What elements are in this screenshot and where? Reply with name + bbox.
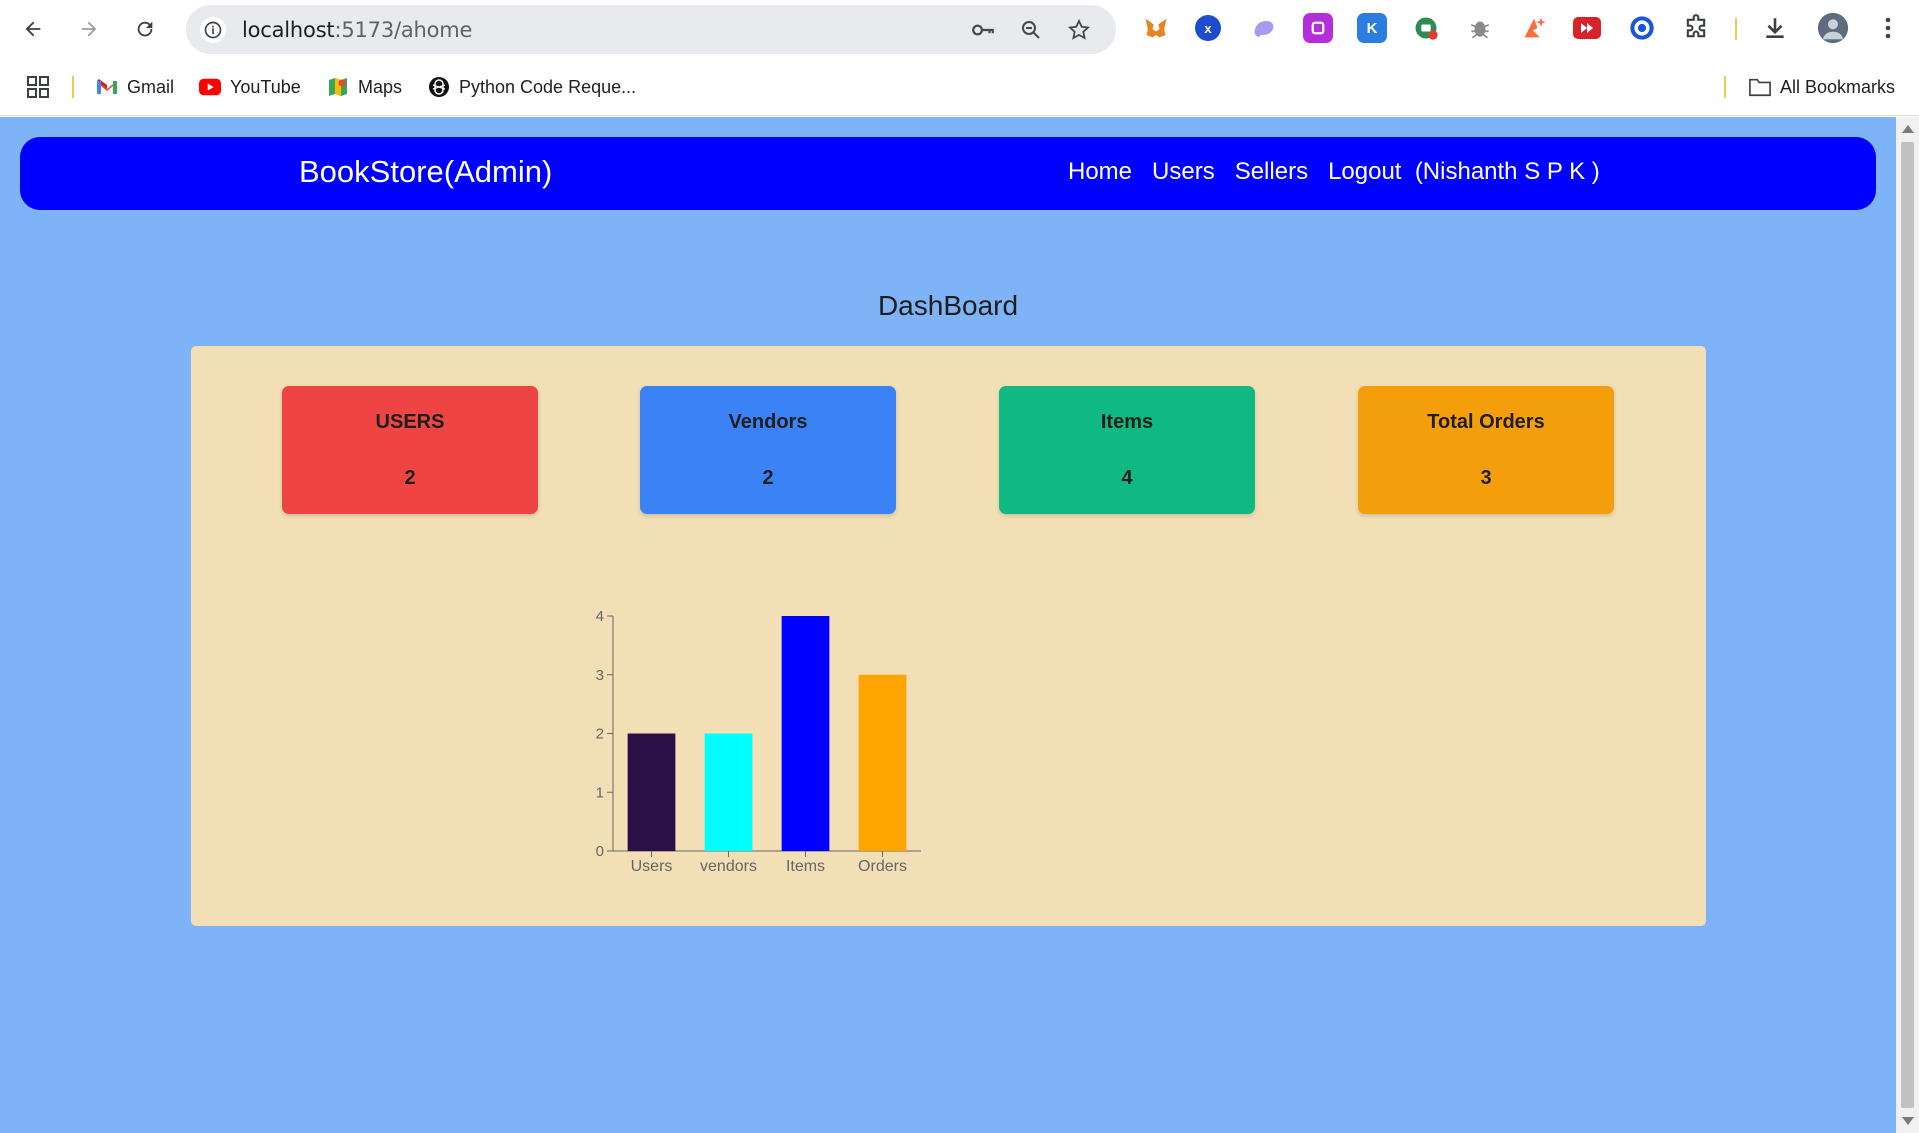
x-tick-label: Items: [786, 858, 825, 875]
all-bookmarks[interactable]: All Bookmarks: [1749, 74, 1895, 100]
nav-links: Home Users Sellers Logout (Nishanth S P …: [1068, 158, 1600, 186]
scroll-thumb[interactable]: [1901, 142, 1914, 1108]
bookmark-python-code[interactable]: Python Code Reque...: [428, 74, 636, 100]
password-key-icon[interactable]: [970, 17, 996, 43]
bookmark-label: Maps: [358, 76, 403, 97]
forward-icon[interactable]: [71, 11, 107, 47]
card-value: 4: [1121, 467, 1133, 489]
bookmark-label: Gmail: [127, 76, 175, 97]
ghost-extension-icon[interactable]: [1249, 13, 1279, 43]
extensions-puzzle-icon[interactable]: [1681, 13, 1711, 43]
zoom-icon[interactable]: [1018, 17, 1044, 43]
card-label: Vendors: [728, 411, 808, 433]
folder-icon: [1749, 76, 1771, 98]
nav-link-logout[interactable]: Logout (Nishanth S P K ): [1328, 158, 1600, 186]
card-label: Items: [1100, 411, 1154, 433]
page-scrollbar[interactable]: [1896, 117, 1919, 1133]
url-host: localhost: [242, 18, 335, 42]
card-value: 3: [1480, 467, 1492, 489]
bar-users: [627, 733, 676, 851]
gmail-icon: [96, 76, 118, 98]
metamask-icon[interactable]: [1141, 13, 1171, 43]
nav-link-sellers[interactable]: Sellers: [1235, 158, 1308, 186]
url-text[interactable]: localhost:5173/ahome: [242, 18, 472, 42]
y-tick-label: 0: [596, 843, 604, 860]
address-bar[interactable]: localhost:5173/ahome: [186, 5, 1116, 54]
site-info-icon[interactable]: [200, 17, 226, 43]
all-bookmarks-label: All Bookmarks: [1780, 76, 1896, 97]
youtube-icon: [199, 76, 221, 98]
maps-icon: [327, 76, 349, 98]
robot-extension-icon[interactable]: [1411, 13, 1441, 43]
x-tick-label: vendors: [700, 858, 757, 875]
y-tick-label: 3: [596, 667, 604, 684]
nav-link-users[interactable]: Users: [1152, 158, 1215, 186]
menu-kebab-icon[interactable]: [1873, 13, 1903, 43]
profile-avatar-icon[interactable]: [1818, 13, 1848, 43]
bookmark-maps[interactable]: Maps: [327, 74, 402, 100]
url-path: :5173/ahome: [334, 18, 473, 42]
y-tick-label: 1: [596, 784, 604, 801]
logout-label: Logout: [1328, 158, 1402, 185]
download-icon[interactable]: [1760, 13, 1790, 43]
browser-toolbar: localhost:5173/ahome x K: [0, 0, 1919, 58]
dashboard-panel: USERS 2 Vendors 2 Items 4 Total Orders 3…: [191, 346, 1706, 926]
logged-user-name: (Nishanth S P K ): [1414, 158, 1600, 185]
square-extension-icon[interactable]: [1303, 13, 1333, 43]
video-extension-icon[interactable]: [1573, 17, 1601, 39]
nav-link-home[interactable]: Home: [1068, 158, 1132, 186]
spark-extension-icon[interactable]: [1519, 13, 1549, 43]
bar-orders: [858, 674, 907, 851]
apps-grid-icon[interactable]: [27, 74, 49, 100]
brand-title[interactable]: BookStore(Admin): [299, 154, 552, 190]
card-label: USERS: [375, 411, 445, 433]
card-value: 2: [404, 467, 416, 489]
card-label: Total Orders: [1427, 411, 1545, 433]
y-tick-label: 4: [596, 608, 604, 625]
scroll-down-icon[interactable]: [1902, 1117, 1914, 1125]
bookmark-label: Python Code Reque...: [459, 76, 637, 97]
bookmark-label: YouTube: [230, 76, 301, 97]
chatgpt-icon: [428, 76, 450, 98]
k-extension-icon[interactable]: K: [1357, 13, 1387, 43]
bar-chart: 01234UsersvendorsItemsOrdersvalue: [596, 608, 921, 875]
bookmark-gmail[interactable]: Gmail: [96, 74, 174, 100]
bookmark-star-icon[interactable]: [1066, 17, 1092, 43]
bar-items: [781, 616, 830, 851]
y-tick-label: 2: [596, 726, 604, 743]
card-value: 2: [762, 467, 774, 489]
bug-extension-icon[interactable]: [1465, 13, 1495, 43]
app-navbar: BookStore(Admin) Home Users Sellers Logo…: [20, 137, 1876, 210]
scroll-up-icon[interactable]: [1902, 125, 1914, 133]
card-vendors[interactable]: Vendors 2: [640, 386, 896, 514]
reload-icon[interactable]: [127, 11, 163, 47]
back-icon[interactable]: [15, 11, 51, 47]
card-users[interactable]: USERS 2: [282, 386, 538, 514]
bookmarks-bar: Gmail YouTube Maps Python Code Reque... …: [0, 58, 1919, 116]
circle-extension-icon[interactable]: [1627, 13, 1657, 43]
x-extension-icon[interactable]: x: [1195, 15, 1221, 41]
page-viewport: BookStore(Admin) Home Users Sellers Logo…: [0, 117, 1896, 1133]
page-title: DashBoard: [877, 290, 1019, 321]
card-total-orders[interactable]: Total Orders 3: [1358, 386, 1614, 514]
x-tick-label: Users: [631, 858, 673, 875]
x-tick-label: Orders: [858, 858, 907, 875]
bar-vendors: [704, 733, 753, 851]
bookmark-youtube[interactable]: YouTube: [199, 74, 301, 100]
card-items[interactable]: Items 4: [999, 386, 1255, 514]
